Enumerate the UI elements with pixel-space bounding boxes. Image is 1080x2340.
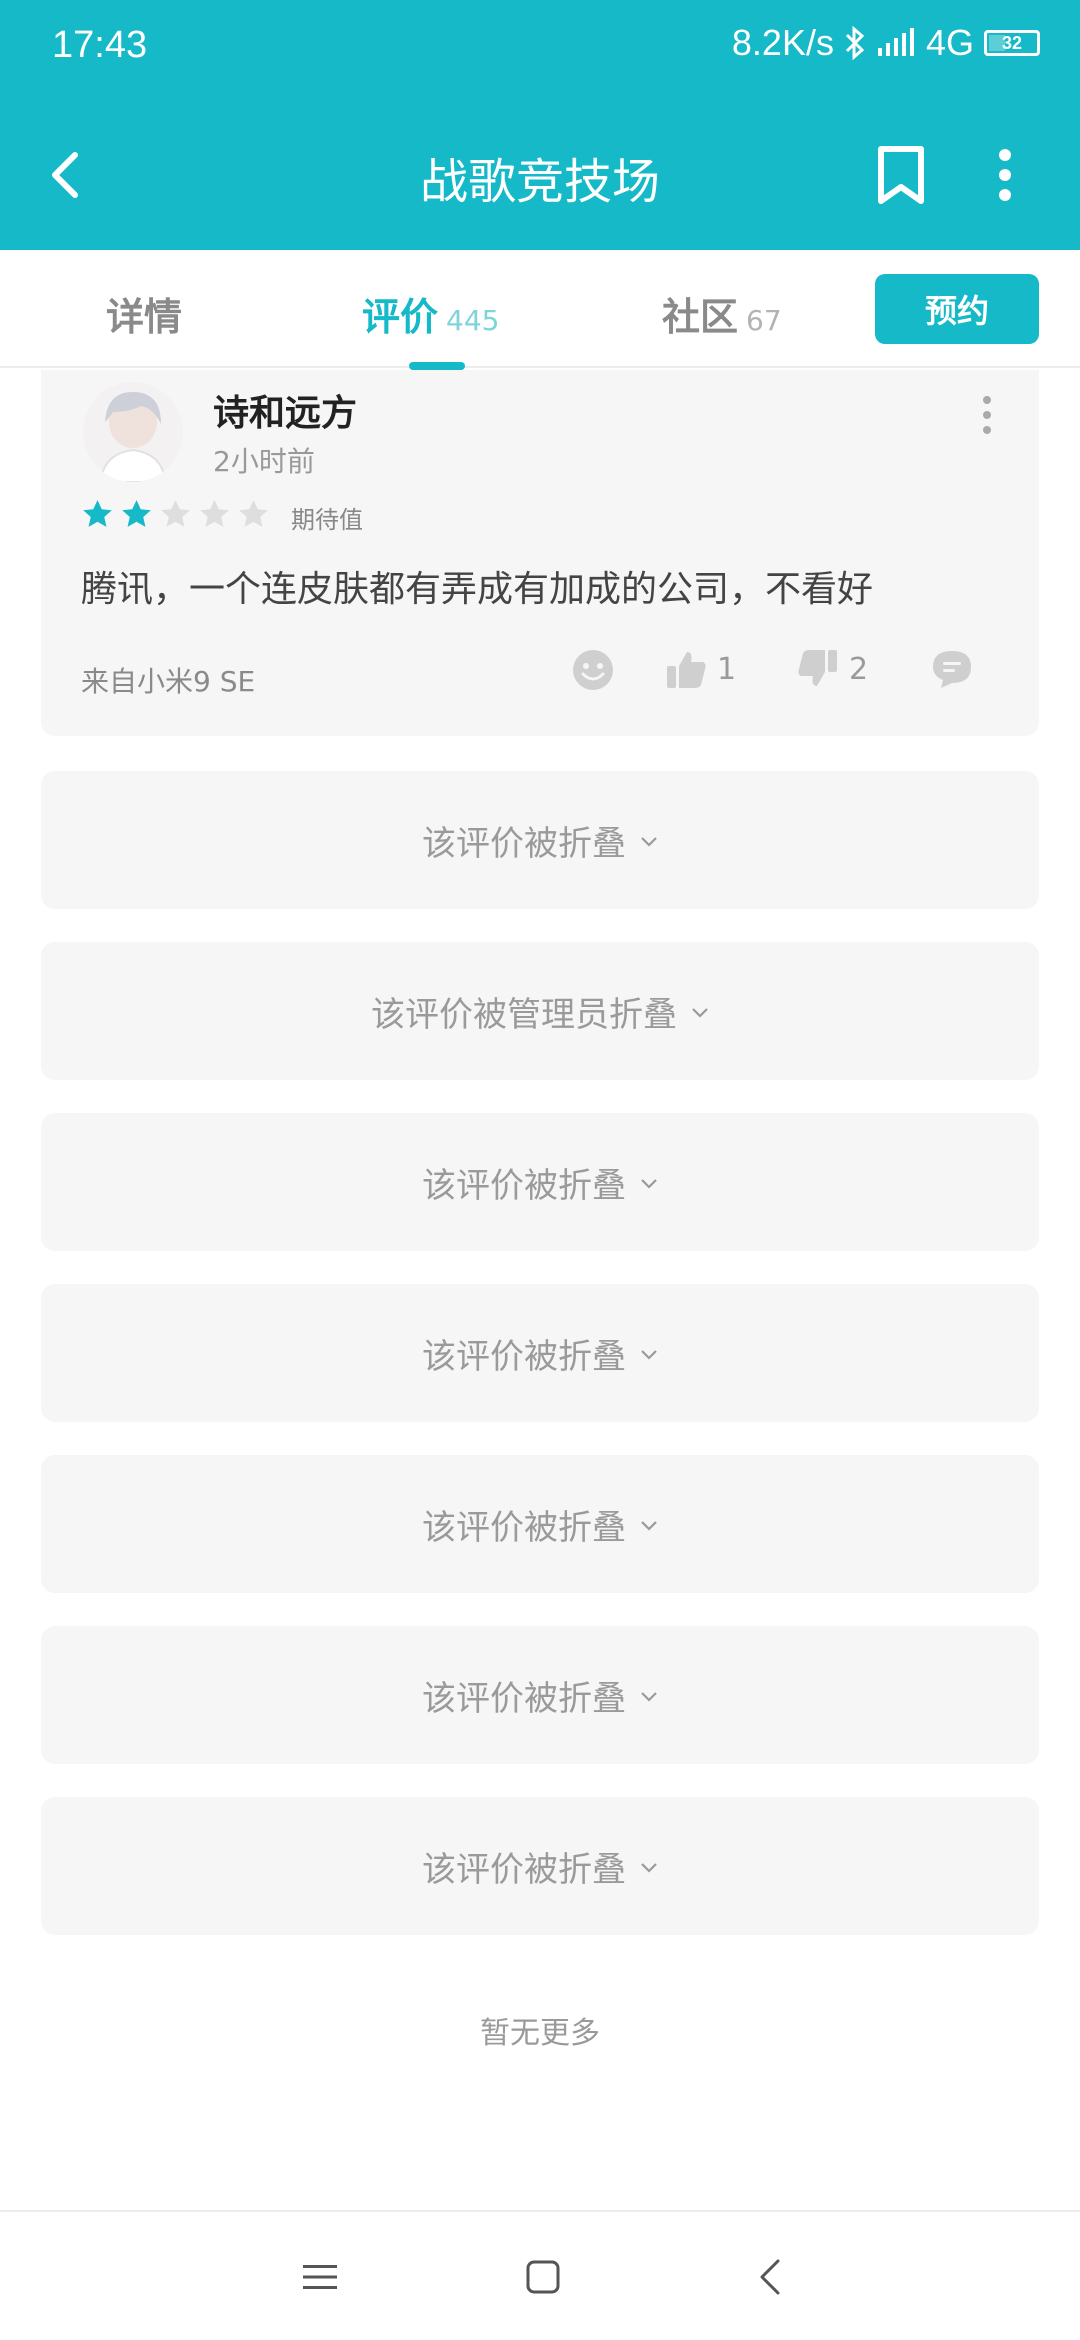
nav-back-button[interactable] xyxy=(735,2242,805,2312)
folded-review-label: 该评价被折叠 xyxy=(422,1849,626,1890)
dislike-count: 2 xyxy=(849,651,869,687)
like-count: 1 xyxy=(717,651,737,687)
rating-label: 期待值 xyxy=(291,506,363,534)
app-bar: 战歌竞技场 xyxy=(0,100,1080,250)
bluetooth-icon xyxy=(844,26,866,60)
folded-review-label: 该评价被折叠 xyxy=(422,1165,626,1206)
no-more-text: 暂无更多 xyxy=(480,2016,600,2051)
tab-label: 详情 xyxy=(106,295,183,339)
star-filled-icon xyxy=(122,500,151,527)
status-time: 17:43 xyxy=(52,24,148,66)
review-time: 2小时前 xyxy=(213,445,315,478)
star-filled-icon xyxy=(83,500,112,527)
star-empty-icon xyxy=(161,500,190,527)
battery-level: 32 xyxy=(1001,32,1023,53)
signal-icon xyxy=(876,28,916,58)
tab-community[interactable]: 社区 67 xyxy=(662,286,782,341)
chevron-down-icon xyxy=(641,1179,657,1189)
chevron-down-icon xyxy=(641,1350,657,1360)
network-speed: 8.2K/s xyxy=(731,22,834,63)
folded-review-label: 该评价被折叠 xyxy=(422,823,626,864)
home-square-icon xyxy=(526,2260,560,2294)
chevron-down-icon xyxy=(641,1521,657,1531)
tab-indicator xyxy=(409,362,465,370)
folded-review-item[interactable]: 该评价被管理员折叠 xyxy=(41,942,1039,1080)
tab-label: 社区 xyxy=(662,295,739,339)
folded-review-label: 该评价被管理员折叠 xyxy=(371,994,677,1035)
nav-menu-button[interactable] xyxy=(285,2242,355,2312)
tab-label: 评价 xyxy=(362,295,439,339)
folded-review-label: 该评价被折叠 xyxy=(422,1678,626,1719)
thumb-down-icon xyxy=(798,650,837,686)
chevron-down-icon xyxy=(641,1863,657,1873)
folded-review-item[interactable]: 该评价被折叠 xyxy=(41,1455,1039,1593)
bookmark-button[interactable] xyxy=(866,140,936,210)
folded-review-item[interactable]: 该评价被折叠 xyxy=(41,1797,1039,1935)
network-type: 4G xyxy=(925,22,974,63)
tab-count: 445 xyxy=(446,304,500,337)
more-vertical-icon xyxy=(983,396,991,434)
review-username[interactable]: 诗和远方 xyxy=(213,384,357,436)
status-indicators: 8.2K/s 4G 32 xyxy=(732,22,1040,64)
folded-review-item[interactable]: 该评价被折叠 xyxy=(41,1626,1039,1764)
folded-review-label: 该评价被折叠 xyxy=(422,1336,626,1377)
star-empty-icon xyxy=(239,500,268,527)
tab-bar: 详情 评价 445 社区 67 预约 xyxy=(0,250,1080,370)
menu-icon xyxy=(303,2265,337,2289)
emoji-icon xyxy=(573,650,613,690)
more-vertical-icon xyxy=(999,149,1011,201)
reserve-button[interactable]: 预约 xyxy=(875,274,1039,344)
comment-icon xyxy=(933,651,971,688)
review-card: 诗和远方 2小时前 期待值 腾讯，一个连皮肤都有弄成有加成的公司，不看好 来自小… xyxy=(41,370,1039,736)
chevron-down-icon xyxy=(641,1692,657,1702)
chevron-down-icon xyxy=(641,837,657,847)
more-options-button[interactable] xyxy=(970,140,1040,210)
folded-review-item[interactable]: 该评价被折叠 xyxy=(41,771,1039,909)
thumb-up-icon xyxy=(667,652,706,688)
dislike-button[interactable]: 2 xyxy=(797,648,868,690)
like-button[interactable]: 1 xyxy=(665,648,736,690)
back-icon xyxy=(760,2259,780,2295)
tab-count: 67 xyxy=(746,304,782,337)
star-empty-icon xyxy=(200,500,229,527)
bookmark-icon xyxy=(878,146,924,204)
header: 17:43 8.2K/s 4G 32 战歌竞技场 xyxy=(0,0,1080,250)
review-more-button[interactable] xyxy=(967,390,1007,440)
system-nav-bar xyxy=(0,2210,1080,2340)
emoji-react-button[interactable] xyxy=(571,648,615,692)
folded-review-label: 该评价被折叠 xyxy=(422,1507,626,1548)
rating-stars xyxy=(81,498,270,531)
comment-button[interactable] xyxy=(931,648,973,690)
nav-home-button[interactable] xyxy=(508,2242,578,2312)
folded-review-item[interactable]: 该评价被折叠 xyxy=(41,1113,1039,1251)
chevron-down-icon xyxy=(692,1008,708,1018)
review-text: 腾讯，一个连皮肤都有弄成有加成的公司，不看好 xyxy=(81,569,874,610)
tab-details[interactable]: 详情 xyxy=(106,286,182,341)
folded-review-item[interactable]: 该评价被折叠 xyxy=(41,1284,1039,1422)
review-device: 来自小米9 SE xyxy=(81,665,256,698)
tab-reviews[interactable]: 评价 445 xyxy=(362,286,499,341)
avatar[interactable] xyxy=(83,382,183,482)
battery-icon: 32 xyxy=(984,30,1040,56)
status-bar: 17:43 8.2K/s 4G 32 xyxy=(0,0,1080,100)
